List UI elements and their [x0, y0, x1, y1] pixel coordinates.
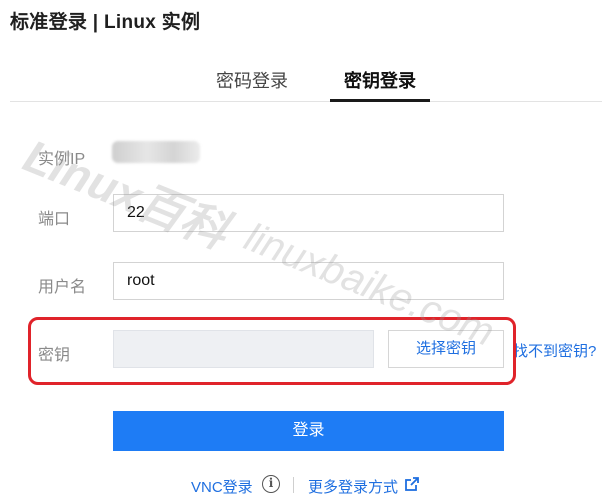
footer-divider [293, 477, 294, 493]
more-login-methods-link[interactable]: 更多登录方式 [308, 476, 398, 497]
key-not-found-link[interactable]: 找不到密钥? [513, 340, 596, 361]
instance-ip-label: 实例IP [38, 151, 86, 168]
username-label: 用户名 [38, 279, 87, 296]
tab-password-login[interactable]: 密码登录 [207, 66, 297, 102]
username-input[interactable]: root [113, 262, 504, 300]
page-title: 标准登录 | Linux 实例 [10, 12, 201, 33]
footer-links: VNC登录 i 更多登录方式 [0, 473, 602, 497]
vnc-login-link[interactable]: VNC登录 [191, 476, 253, 497]
tab-key-login[interactable]: 密钥登录 [330, 66, 430, 102]
port-label: 端口 [38, 211, 71, 228]
external-link-icon[interactable] [405, 477, 419, 491]
key-row-highlight [28, 317, 516, 385]
login-tabs: 密码登录 密钥登录 [10, 66, 602, 102]
info-icon[interactable]: i [262, 475, 280, 493]
instance-ip-value-blurred [112, 141, 200, 163]
login-button[interactable]: 登录 [113, 411, 504, 451]
port-input[interactable]: 22 [113, 194, 504, 232]
